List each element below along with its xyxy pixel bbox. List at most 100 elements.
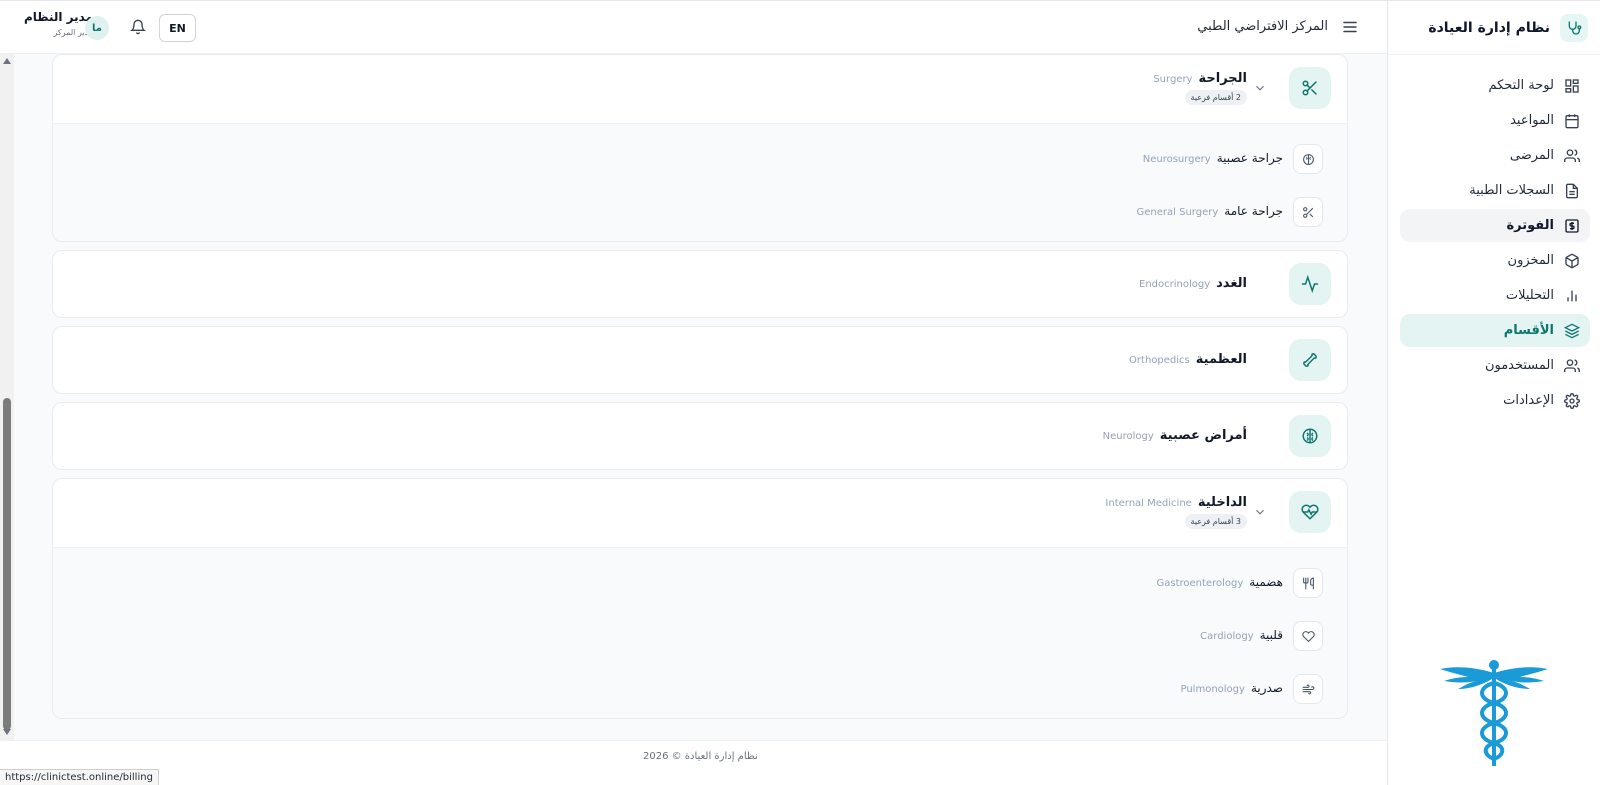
users-icon: [1564, 358, 1580, 372]
department-card-orthopedics: Orthopedics العظمية: [52, 326, 1348, 394]
status-bar-url: https://clinictest.online/billing: [0, 769, 159, 785]
user-menu[interactable]: مدير النظام مدير المركز: [24, 10, 93, 37]
department-card-internal-medicine: Internal Medicine الداخلية 3 أقسام فرعية…: [52, 478, 1348, 719]
user-name: مدير النظام: [24, 10, 94, 24]
scissors-icon: [1293, 197, 1323, 227]
sidebar-item-billing[interactable]: الفوترة: [1400, 209, 1590, 242]
department-name-en: Neurology: [1102, 431, 1154, 442]
center-name: المركز الافتراضي الطبي: [1197, 19, 1328, 34]
main-content: Surgery الجراحة 2 أقسام فرعية Neurosurge…: [0, 54, 1387, 785]
subdepartment-name-ar: صدرية: [1250, 681, 1283, 695]
scissors-icon: [1289, 67, 1331, 109]
calendar-icon: [1565, 113, 1579, 128]
sidebar-item-label: المواعيد: [1510, 113, 1554, 128]
menu-icon[interactable]: [1341, 18, 1359, 36]
sidebar-item-analytics[interactable]: التحليلات: [1400, 279, 1590, 312]
user-role: مدير المركز: [53, 28, 94, 37]
utensils-icon: [1293, 568, 1323, 598]
department-name-ar: الجراحة: [1198, 71, 1247, 86]
heart-pulse-icon: [1289, 491, 1331, 533]
department-name-en: Internal Medicine: [1105, 498, 1192, 509]
sidebar-item-label: الفوترة: [1506, 218, 1555, 233]
subdepartment-name-en: Neurosurgery: [1142, 154, 1211, 165]
sidebar-item-label: الإعدادات: [1503, 393, 1554, 408]
scroll-thumb[interactable]: [3, 398, 11, 730]
subdepartment-name-ar: جراحة عامة: [1224, 204, 1283, 218]
wind-icon: [1293, 674, 1323, 704]
file-text-icon: [1566, 183, 1578, 198]
heart-icon: [1293, 621, 1323, 651]
sidebar-item-users[interactable]: المستخدمون: [1400, 349, 1590, 382]
vertical-scrollbar[interactable]: [0, 54, 14, 747]
subdepartment-name-ar: جراحة عصبية: [1216, 151, 1283, 165]
subdepartment-name-en: Cardiology: [1200, 631, 1254, 642]
department-card-neurology: Neurology أمراض عصبية: [52, 402, 1348, 470]
subdepartment-name-en: General Surgery: [1136, 207, 1219, 218]
chevron-down-icon[interactable]: [1253, 81, 1267, 95]
sidebar-item-departments[interactable]: الأقسام: [1400, 314, 1590, 347]
subdepartment-row[interactable]: Gastroenterology هضمية: [53, 562, 1347, 615]
sidebar-nav: لوحة التحكم المواعيد المرضى السجلات الطب…: [1388, 69, 1600, 417]
settings-icon: [1564, 392, 1580, 409]
bell-icon[interactable]: [130, 19, 146, 35]
subdepartment-row[interactable]: Cardiology قلبية: [53, 615, 1347, 668]
sidebar-item-label: الأقسام: [1503, 323, 1554, 338]
brain-icon: [1293, 144, 1323, 174]
stethoscope-icon: [1560, 13, 1588, 42]
department-card-endocrinology: Endocrinology الغدد: [52, 250, 1348, 318]
subdepartment-count-badge: 2 أقسام فرعية: [1184, 90, 1247, 105]
sidebar-item-patients[interactable]: المرضى: [1400, 139, 1590, 172]
subdepartment-row[interactable]: Neurosurgery جراحة عصبية: [53, 138, 1347, 191]
sidebar-item-label: المخزون: [1507, 253, 1554, 268]
avatar[interactable]: ما: [85, 16, 109, 40]
sidebar-item-label: المستخدمون: [1484, 358, 1554, 373]
sidebar-item-label: المرضى: [1509, 148, 1554, 163]
app-title: نظام إدارة العيادة: [1428, 19, 1550, 36]
department-name-ar: أمراض عصبية: [1159, 428, 1247, 443]
subdepartment-name-ar: قلبية: [1259, 628, 1283, 642]
sidebar-item-appointments[interactable]: المواعيد: [1400, 104, 1590, 137]
brain-icon: [1289, 415, 1331, 457]
billing-icon: [1565, 218, 1579, 233]
department-name-en: Endocrinology: [1139, 279, 1211, 290]
department-header[interactable]: Endocrinology الغدد: [53, 251, 1347, 317]
department-header[interactable]: Internal Medicine الداخلية 3 أقسام فرعية: [53, 479, 1347, 547]
subdepartment-list: Neurosurgery جراحة عصبية General Surgery…: [53, 123, 1347, 241]
language-toggle-button[interactable]: EN: [159, 14, 196, 42]
subdepartment-list: Gastroenterology هضمية Cardiology قلبية: [53, 547, 1347, 718]
subdepartment-row[interactable]: General Surgery جراحة عامة: [53, 191, 1347, 241]
department-name-en: Surgery: [1153, 74, 1193, 85]
bar-chart-icon: [1567, 290, 1577, 301]
department-name-ar: العظمية: [1195, 352, 1247, 367]
layers-icon: [1564, 323, 1580, 338]
subdepartment-row[interactable]: Pulmonology صدرية: [53, 668, 1347, 718]
subdepartment-name-ar: هضمية: [1249, 575, 1283, 589]
sidebar-item-label: التحليلات: [1505, 288, 1554, 303]
department-name-en: Orthopedics: [1129, 355, 1190, 366]
users-icon: [1564, 148, 1580, 162]
department-header[interactable]: Orthopedics العظمية: [53, 327, 1347, 393]
subdepartment-count-badge: 3 أقسام فرعية: [1184, 514, 1247, 529]
bone-icon: [1289, 339, 1331, 381]
dashboard-icon: [1565, 78, 1579, 93]
top-header: المركز الافتراضي الطبي مدير النظام مدير …: [0, 0, 1387, 54]
sidebar-item-label: لوحة التحكم: [1488, 78, 1554, 93]
scroll-up-arrow-icon[interactable]: [3, 58, 11, 64]
department-header[interactable]: Neurology أمراض عصبية: [53, 403, 1347, 469]
chevron-down-icon[interactable]: [1253, 505, 1267, 519]
sidebar-item-dashboard[interactable]: لوحة التحكم: [1400, 69, 1590, 102]
sidebar-item-label: السجلات الطبية: [1469, 183, 1554, 198]
subdepartment-name-en: Gastroenterology: [1156, 578, 1244, 589]
scroll-down-arrow-icon[interactable]: [3, 729, 11, 735]
department-header[interactable]: Surgery الجراحة 2 أقسام فرعية: [53, 55, 1347, 123]
sidebar-item-inventory[interactable]: المخزون: [1400, 244, 1590, 277]
caduceus-logo-icon: [1440, 660, 1548, 766]
sidebar-item-medical-records[interactable]: السجلات الطبية: [1400, 174, 1590, 207]
department-name-ar: الداخلية: [1197, 495, 1247, 510]
subdepartment-name-en: Pulmonology: [1180, 684, 1245, 695]
sidebar-item-settings[interactable]: الإعدادات: [1400, 384, 1590, 417]
box-icon: [1565, 253, 1579, 268]
department-card-surgery: Surgery الجراحة 2 أقسام فرعية Neurosurge…: [52, 54, 1348, 242]
brand[interactable]: نظام إدارة العيادة: [1388, 1, 1600, 55]
department-name-ar: الغدد: [1216, 276, 1247, 291]
